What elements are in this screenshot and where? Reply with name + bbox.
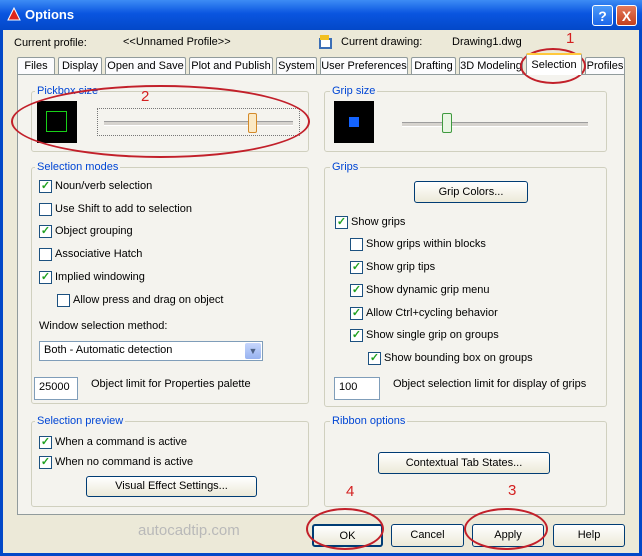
grip-tips-label: Show grip tips: [366, 261, 436, 273]
grip-tips-checkbox[interactable]: ✓: [350, 261, 363, 274]
current-profile-value: <<Unnamed Profile>>: [123, 36, 231, 48]
command-active-checkbox[interactable]: ✓: [39, 436, 52, 449]
grips-label: Grips: [330, 161, 361, 173]
selection-preview-label: Selection preview: [35, 415, 126, 427]
help-icon[interactable]: ?: [592, 5, 613, 26]
tab-user-preferences[interactable]: User Preferences: [320, 57, 408, 74]
grip-colors-button[interactable]: Grip Colors...: [414, 181, 528, 203]
no-command-label: When no command is active: [55, 456, 194, 468]
bounding-box-label: Show bounding box on groups: [384, 352, 533, 364]
single-grip-groups-label: Show single grip on groups: [366, 329, 499, 341]
press-drag-checkbox[interactable]: [57, 294, 70, 307]
ribbon-options-label: Ribbon options: [330, 415, 408, 427]
annotation-ellipse-pickbox: [11, 85, 310, 158]
current-profile-label: Current profile:: [14, 37, 87, 49]
tab-plot-and-publish[interactable]: Plot and Publish: [189, 57, 273, 74]
dynamic-grip-menu-checkbox[interactable]: ✓: [350, 284, 363, 297]
tab-selection[interactable]: Selection: [526, 53, 582, 75]
grip-square: [349, 117, 359, 127]
contextual-tab-states-button[interactable]: Contextual Tab States...: [378, 452, 550, 474]
press-drag-label: Allow press and drag on object: [73, 294, 224, 306]
implied-windowing-label: Implied windowing: [55, 271, 145, 283]
ctrl-cycling-checkbox[interactable]: ✓: [350, 307, 363, 320]
window-method-label: Window selection method:: [39, 320, 168, 332]
associative-hatch-label: Associative Hatch: [55, 248, 143, 260]
show-grips-checkbox[interactable]: ✓: [335, 216, 348, 229]
grips-in-blocks-label: Show grips within blocks: [366, 238, 486, 250]
annotation-number-4: 4: [346, 483, 355, 500]
watermark-text: autocadtip.com: [138, 522, 240, 539]
no-command-checkbox[interactable]: ✓: [39, 456, 52, 469]
dynamic-grip-menu-label: Show dynamic grip menu: [366, 284, 490, 296]
visual-effect-settings-button[interactable]: Visual Effect Settings...: [86, 476, 257, 497]
command-active-label: When a command is active: [55, 436, 188, 448]
noun-verb-checkbox[interactable]: ✓: [39, 180, 52, 193]
help-button[interactable]: Help: [553, 524, 625, 547]
current-drawing-label: Current drawing:: [341, 36, 423, 48]
tab-display[interactable]: Display: [58, 57, 102, 74]
window-method-select[interactable]: Both - Automatic detection ▼: [39, 341, 263, 361]
grips-in-blocks-checkbox[interactable]: [350, 238, 363, 251]
annotation-ellipse-ok: [306, 508, 384, 550]
current-drawing-value: Drawing1.dwg: [452, 36, 522, 48]
close-icon[interactable]: X: [616, 5, 637, 26]
selection-limit-label: Object selection limit for display of gr…: [393, 378, 587, 390]
title-bar[interactable]: [0, 0, 642, 30]
single-grip-groups-checkbox[interactable]: ✓: [350, 329, 363, 342]
bounding-box-checkbox[interactable]: ✓: [368, 352, 381, 365]
tab-3d-modeling[interactable]: 3D Modeling: [459, 57, 523, 74]
use-shift-label: Use Shift to add to selection: [55, 203, 192, 215]
annotation-ellipse-apply: [464, 508, 548, 550]
grip-slider-thumb[interactable]: [442, 113, 453, 133]
object-grouping-label: Object grouping: [55, 225, 133, 237]
tab-profiles[interactable]: Profiles: [585, 57, 625, 74]
grip-slider-track: [402, 122, 588, 127]
ctrl-cycling-label: Allow Ctrl+cycling behavior: [366, 307, 498, 319]
cancel-button[interactable]: Cancel: [391, 524, 464, 547]
associative-hatch-checkbox[interactable]: [39, 248, 52, 261]
object-grouping-checkbox[interactable]: ✓: [39, 225, 52, 238]
implied-windowing-checkbox[interactable]: ✓: [39, 271, 52, 284]
selection-modes-label: Selection modes: [35, 161, 121, 173]
selection-limit-input[interactable]: 100: [334, 377, 380, 400]
annotation-number-2: 2: [141, 88, 150, 105]
window-title: Options: [25, 7, 75, 22]
annotation-number-3: 3: [508, 482, 517, 499]
drawing-icon: [319, 35, 332, 49]
noun-verb-label: Noun/verb selection: [55, 180, 153, 192]
use-shift-checkbox[interactable]: [39, 203, 52, 216]
object-limit-input[interactable]: 25000: [34, 377, 78, 400]
tab-files[interactable]: Files: [17, 57, 55, 74]
grip-size-label: Grip size: [330, 85, 378, 97]
object-limit-label: Object limit for Properties palette: [91, 378, 251, 390]
chevron-down-icon[interactable]: ▼: [245, 343, 261, 359]
annotation-number-1: 1: [566, 30, 575, 47]
show-grips-label: Show grips: [351, 216, 406, 228]
autocad-app-icon: [7, 7, 21, 21]
tab-system[interactable]: System: [276, 57, 317, 74]
grip-size-preview: [334, 101, 374, 143]
tab-open-and-save[interactable]: Open and Save: [105, 57, 186, 74]
tab-drafting[interactable]: Drafting: [411, 57, 456, 74]
grip-size-slider[interactable]: [398, 110, 592, 136]
window-method-value: Both - Automatic detection: [44, 344, 173, 356]
